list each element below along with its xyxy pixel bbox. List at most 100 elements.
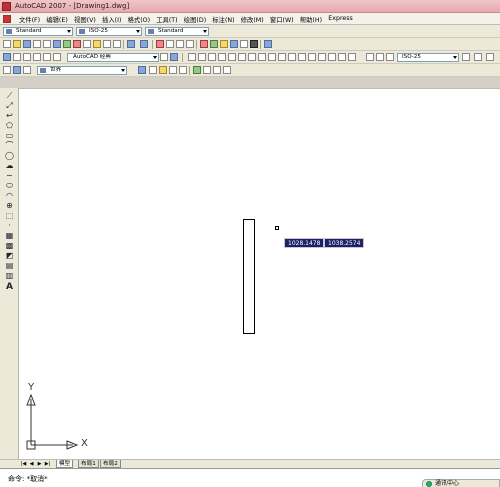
line-icon[interactable]: ⟋ <box>5 91 14 100</box>
fly-icon[interactable] <box>203 66 211 74</box>
menu-express[interactable]: Express <box>328 15 353 24</box>
aligned-dim-icon[interactable] <box>198 53 206 61</box>
menu-draw[interactable]: 绘图(D) <box>184 15 206 24</box>
rectangle-icon[interactable]: ▭ <box>5 131 14 140</box>
arc-length-icon[interactable] <box>208 53 216 61</box>
angular-icon[interactable] <box>258 53 266 61</box>
dim-style-manager-icon[interactable] <box>386 53 394 61</box>
jogged-icon[interactable] <box>238 53 246 61</box>
menu-tools[interactable]: 工具(T) <box>156 15 177 24</box>
polygon-icon[interactable]: ⬠ <box>5 121 14 130</box>
menu-edit[interactable]: 编辑(E) <box>46 15 68 24</box>
constrained-orbit-icon[interactable] <box>149 66 157 74</box>
revision-cloud-icon[interactable]: ☁ <box>5 161 14 170</box>
text-style-a-icon[interactable] <box>376 53 384 61</box>
hatch-icon[interactable]: ▦ <box>5 231 14 240</box>
design-center-icon[interactable] <box>210 40 218 48</box>
save-workspace-icon[interactable] <box>23 53 31 61</box>
zoom-previous-icon[interactable] <box>186 40 194 48</box>
radius-icon[interactable] <box>228 53 236 61</box>
publish-icon[interactable] <box>53 40 61 48</box>
menu-modify[interactable]: 修改(M) <box>241 15 264 24</box>
dim-text-edit-icon[interactable] <box>338 53 346 61</box>
menu-file[interactable]: 文件(F) <box>19 15 40 24</box>
sheet-set-icon[interactable] <box>230 40 238 48</box>
help-icon[interactable] <box>264 40 272 48</box>
paste-icon[interactable] <box>93 40 101 48</box>
menu-insert[interactable]: 插入(I) <box>102 15 121 24</box>
quickcalc-icon[interactable] <box>250 40 258 48</box>
workspace-combo[interactable]: AutoCAD 经典 <box>67 53 159 62</box>
drawn-rectangle[interactable] <box>243 219 255 334</box>
construction-line-icon[interactable]: ⤢ <box>5 101 14 110</box>
markup-icon[interactable] <box>240 40 248 48</box>
tab-model[interactable]: 模型 <box>56 460 74 468</box>
workspace-settings-icon-2[interactable] <box>160 53 168 61</box>
spline-icon[interactable]: ∼ <box>5 171 14 180</box>
block-editor-icon[interactable] <box>113 40 121 48</box>
ordinate-icon[interactable] <box>218 53 226 61</box>
text-a-icon[interactable] <box>366 53 374 61</box>
make-block-icon[interactable]: ⬚ <box>5 211 14 220</box>
menu-view[interactable]: 视图(V) <box>74 15 96 24</box>
quick-leader-icon[interactable] <box>298 53 306 61</box>
tab-layout2[interactable]: 布局2 <box>100 460 121 468</box>
circle-icon[interactable]: ◯ <box>5 151 14 160</box>
workspace-icon[interactable] <box>3 53 11 61</box>
menu-dimension[interactable]: 标注(N) <box>212 15 234 24</box>
ucs-previous-icon[interactable] <box>23 66 31 74</box>
dim-style-combo-2[interactable]: ISO-25 <box>397 53 459 62</box>
zoom-window-icon[interactable] <box>176 40 184 48</box>
pan-icon[interactable] <box>156 40 164 48</box>
dynamic-input-y[interactable]: 1038.2574 <box>324 238 365 248</box>
table-style-combo[interactable]: Standard <box>145 27 209 36</box>
next-tab-button[interactable]: ▶ <box>36 461 43 467</box>
cut-icon[interactable] <box>73 40 81 48</box>
undo-icon[interactable] <box>127 40 135 48</box>
3d-dwf-icon[interactable] <box>63 40 71 48</box>
camera-icon[interactable] <box>179 66 187 74</box>
lock-icon[interactable] <box>33 53 41 61</box>
ellipse-arc-icon[interactable]: ◠ <box>5 191 14 200</box>
document-icon[interactable] <box>3 15 11 23</box>
prev-tab-button[interactable]: ◀ <box>28 461 35 467</box>
table-icon-2[interactable]: ▥ <box>5 271 14 280</box>
continue-icon[interactable] <box>288 53 296 61</box>
copy-icon[interactable] <box>83 40 91 48</box>
quick-dim-icon[interactable] <box>268 53 276 61</box>
arc-icon[interactable]: ⌒ <box>5 141 14 150</box>
palette-icon[interactable] <box>43 53 51 61</box>
layer-icon[interactable] <box>170 53 178 61</box>
dim-align-icon[interactable] <box>474 53 482 61</box>
properties-icon[interactable] <box>200 40 208 48</box>
tool-palettes-icon[interactable] <box>220 40 228 48</box>
polyline-icon[interactable]: ↩ <box>5 111 14 120</box>
last-tab-button[interactable]: ▶| <box>44 461 51 467</box>
multiline-text-icon[interactable]: A <box>5 282 14 292</box>
drawing-canvas[interactable]: 1028.1478 1038.2574 Y X <box>19 88 500 459</box>
dim-edit-icon[interactable] <box>328 53 336 61</box>
dim-override-icon[interactable] <box>462 53 470 61</box>
free-orbit-icon[interactable] <box>159 66 167 74</box>
dynamic-input-x[interactable]: 1028.1478 <box>284 238 325 248</box>
menu-format[interactable]: 格式(O) <box>128 15 150 24</box>
swivel-icon[interactable] <box>213 66 221 74</box>
region-icon[interactable]: ◩ <box>5 251 14 260</box>
match-properties-icon[interactable] <box>103 40 111 48</box>
menu-window[interactable]: 窗口(W) <box>270 15 294 24</box>
dim-style-combo[interactable]: ISO-25 <box>76 27 142 36</box>
insert-block-icon[interactable]: ⊕ <box>5 201 14 210</box>
redo-icon[interactable] <box>140 40 148 48</box>
gradient-icon[interactable]: ▩ <box>5 241 14 250</box>
orbit-icon[interactable] <box>138 66 146 74</box>
tolerance-icon[interactable] <box>308 53 316 61</box>
baseline-icon[interactable] <box>278 53 286 61</box>
communication-center[interactable]: 通讯中心 <box>422 479 500 487</box>
table-icon[interactable]: ▤ <box>5 261 14 270</box>
tab-layout1[interactable]: 布局1 <box>78 460 99 468</box>
walk-icon[interactable] <box>193 66 201 74</box>
zoom-3d-icon[interactable] <box>223 66 231 74</box>
dim-reassoc-icon[interactable] <box>486 53 494 61</box>
save-icon[interactable] <box>23 40 31 48</box>
menu-help[interactable]: 帮助(H) <box>300 15 322 24</box>
